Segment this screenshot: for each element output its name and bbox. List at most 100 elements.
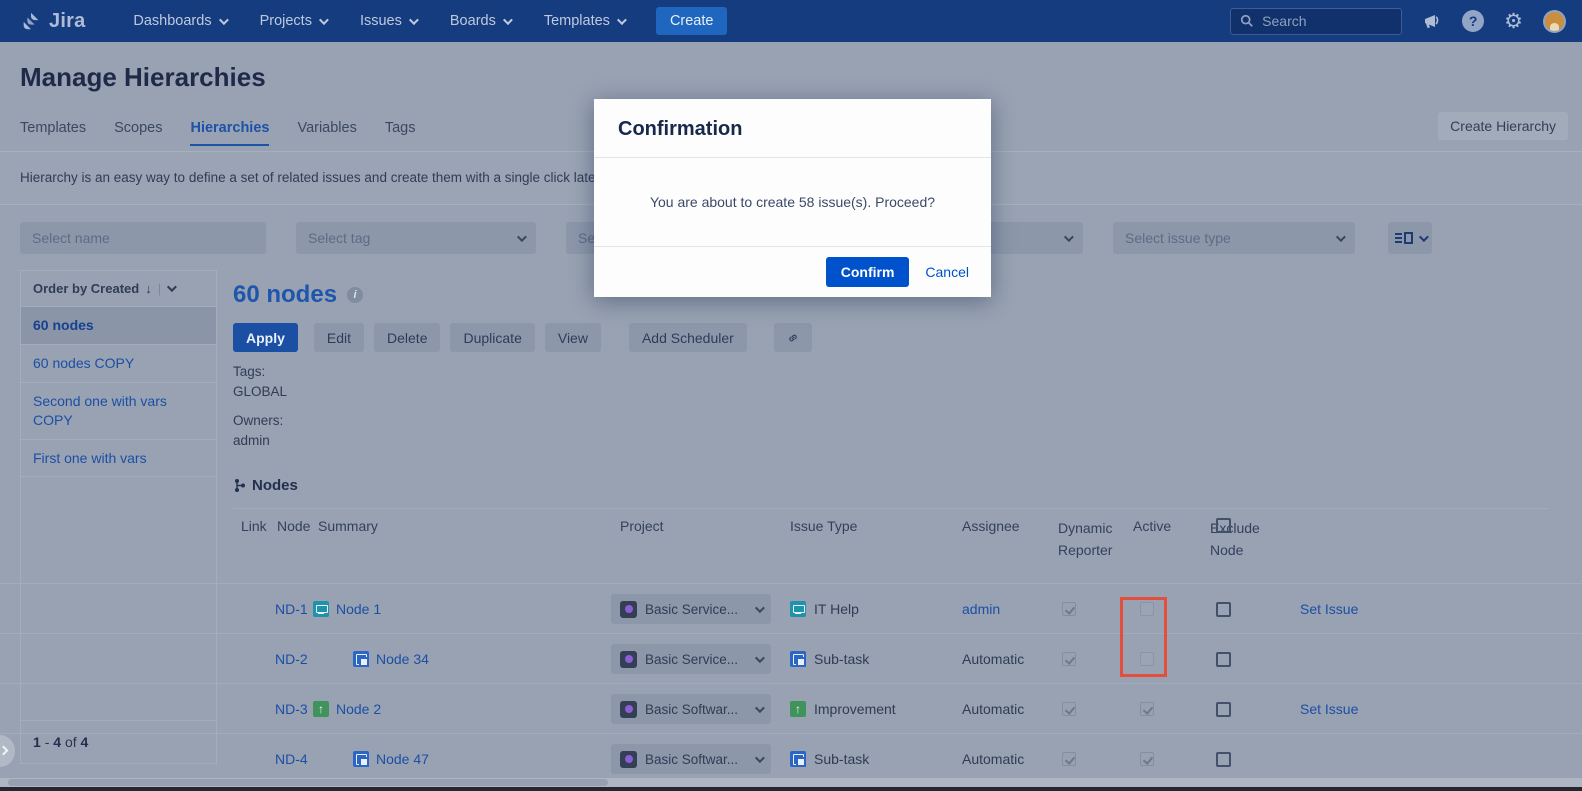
node-summary-link[interactable]: Node 47 <box>376 751 429 767</box>
nav-item-boards[interactable]: Boards <box>450 13 513 29</box>
improvement-icon <box>313 701 329 717</box>
column-link: Link <box>241 518 267 534</box>
create-button[interactable]: Create <box>655 7 728 35</box>
horizontal-scrollbar <box>0 778 1582 787</box>
order-by-control[interactable]: Order by Created ↓ | <box>21 271 216 307</box>
sidebar-item-60-nodes[interactable]: 60 nodes <box>21 307 216 345</box>
chevron-down-icon <box>1063 231 1074 242</box>
edit-button[interactable]: Edit <box>313 323 365 352</box>
filter-tag-select[interactable]: Select tag <box>296 222 536 254</box>
confirm-button[interactable]: Confirm <box>825 256 910 287</box>
view-button[interactable]: View <box>544 323 601 352</box>
set-issue-link[interactable]: Set Issue <box>1300 701 1358 717</box>
column-node: Node <box>277 518 311 534</box>
modal-message: You are about to create 58 issue(s). Pro… <box>594 158 991 247</box>
search-box[interactable] <box>1230 7 1403 35</box>
layout-icon <box>1394 232 1413 244</box>
active-checkbox <box>1140 752 1154 766</box>
exclude-node-checkbox[interactable] <box>1216 701 1231 717</box>
help-icon[interactable]: ? <box>1462 10 1485 32</box>
node-row: ND-2 Node 34 Basic Service... Sub-task A… <box>0 633 1582 683</box>
modal-footer: Confirm Cancel <box>594 247 991 296</box>
jira-logo-text: Jira <box>49 9 86 32</box>
project-select[interactable]: Basic Service... <box>611 594 771 624</box>
nav-menu: Dashboards Projects Issues Boards Templa… <box>133 13 627 29</box>
view-toggle-button[interactable] <box>1388 222 1432 254</box>
chevron-down-icon <box>408 14 419 25</box>
node-key-link[interactable]: ND-2 <box>275 651 308 667</box>
divider: | <box>157 281 162 296</box>
filter-name-input[interactable] <box>20 222 266 254</box>
nav-item-templates[interactable]: Templates <box>544 13 627 29</box>
exclude-all-checkbox[interactable] <box>1216 518 1231 533</box>
project-select[interactable]: Basic Softwar... <box>611 744 771 774</box>
nodes-table-header: Link Node Summary Project Issue Type Ass… <box>0 518 1582 583</box>
user-avatar[interactable] <box>1543 9 1566 33</box>
subtask-icon <box>790 751 806 767</box>
nav-item-projects[interactable]: Projects <box>260 13 329 29</box>
exclude-node-checkbox[interactable] <box>1216 751 1231 767</box>
create-hierarchy-button[interactable]: Create Hierarchy <box>1438 112 1568 140</box>
copy-link-button[interactable] <box>773 323 812 352</box>
tab-hierarchies[interactable]: Hierarchies <box>190 120 270 146</box>
top-navbar: Jira Dashboards Projects Issues Boards T… <box>0 0 1582 42</box>
node-key-link[interactable]: ND-4 <box>275 751 308 767</box>
filter-issue-type-select[interactable]: Select issue type <box>1113 222 1355 254</box>
exclude-node-checkbox[interactable] <box>1216 651 1231 667</box>
node-row: ND-1 Node 1 Basic Service... IT Help adm… <box>0 583 1582 633</box>
info-icon[interactable]: i <box>347 287 364 303</box>
project-avatar <box>620 600 637 618</box>
issue-type-label: IT Help <box>814 601 859 617</box>
chevron-down-icon <box>516 231 527 242</box>
add-scheduler-button[interactable]: Add Scheduler <box>628 323 747 352</box>
scrollbar-thumb[interactable] <box>8 779 608 786</box>
project-select[interactable]: Basic Softwar... <box>611 694 771 724</box>
window-bottom-edge <box>0 787 1582 791</box>
cancel-link[interactable]: Cancel <box>925 264 969 280</box>
duplicate-button[interactable]: Duplicate <box>450 323 535 352</box>
delete-button[interactable]: Delete <box>374 323 441 352</box>
divider <box>233 508 1548 509</box>
exclude-node-checkbox[interactable] <box>1216 601 1231 617</box>
search-input[interactable] <box>1262 13 1383 29</box>
column-dynamic-reporter: Dynamic Reporter <box>1058 520 1113 558</box>
jira-logo[interactable]: Jira <box>20 10 85 33</box>
hierarchy-meta: Tags: GLOBAL Owners: admin <box>233 362 287 459</box>
settings-gear-icon[interactable]: ⚙ <box>1504 11 1523 32</box>
announcements-icon[interactable] <box>1422 12 1442 30</box>
nav-item-issues[interactable]: Issues <box>360 13 419 29</box>
modal-title: Confirmation <box>594 99 991 158</box>
set-issue-link[interactable]: Set Issue <box>1300 601 1358 617</box>
owners-label: Owners: <box>233 412 284 428</box>
node-summary-link[interactable]: Node 1 <box>336 601 381 617</box>
node-summary-link[interactable]: Node 2 <box>336 701 381 717</box>
dynamic-reporter-checkbox <box>1062 652 1076 666</box>
project-select[interactable]: Basic Service... <box>611 644 771 674</box>
nav-item-dashboards[interactable]: Dashboards <box>133 13 229 29</box>
tab-bar: Templates Scopes Hierarchies Variables T… <box>20 120 415 146</box>
tab-templates[interactable]: Templates <box>20 120 86 146</box>
chevron-down-icon <box>754 752 765 763</box>
subtask-icon <box>353 751 369 767</box>
sidebar-item-first-one-with-vars[interactable]: First one with vars <box>21 440 216 478</box>
apply-button[interactable]: Apply <box>233 323 298 352</box>
column-active: Active <box>1133 518 1172 534</box>
tab-variables[interactable]: Variables <box>297 120 356 146</box>
sort-descending-icon[interactable]: ↓ <box>145 281 152 296</box>
tab-tags[interactable]: Tags <box>385 120 416 146</box>
chevron-down-icon <box>502 14 513 25</box>
highlight-annotation-box <box>1120 597 1167 677</box>
link-icon <box>789 334 797 341</box>
improvement-icon <box>790 701 806 717</box>
tab-scopes[interactable]: Scopes <box>114 120 162 146</box>
node-key-link[interactable]: ND-3 <box>275 701 308 717</box>
node-key-link[interactable]: ND-1 <box>275 601 308 617</box>
hierarchy-tree-icon <box>235 479 245 492</box>
sidebar-item-60-nodes-copy[interactable]: 60 nodes COPY <box>21 345 216 383</box>
assignee-value[interactable]: admin <box>962 601 1000 617</box>
it-help-icon <box>313 601 329 617</box>
dynamic-reporter-checkbox <box>1062 752 1076 766</box>
chevron-down-icon[interactable] <box>167 282 177 293</box>
sidebar-item-second-one-with-vars-copy[interactable]: Second one with vars COPY <box>21 383 216 440</box>
node-summary-link[interactable]: Node 34 <box>376 651 429 667</box>
